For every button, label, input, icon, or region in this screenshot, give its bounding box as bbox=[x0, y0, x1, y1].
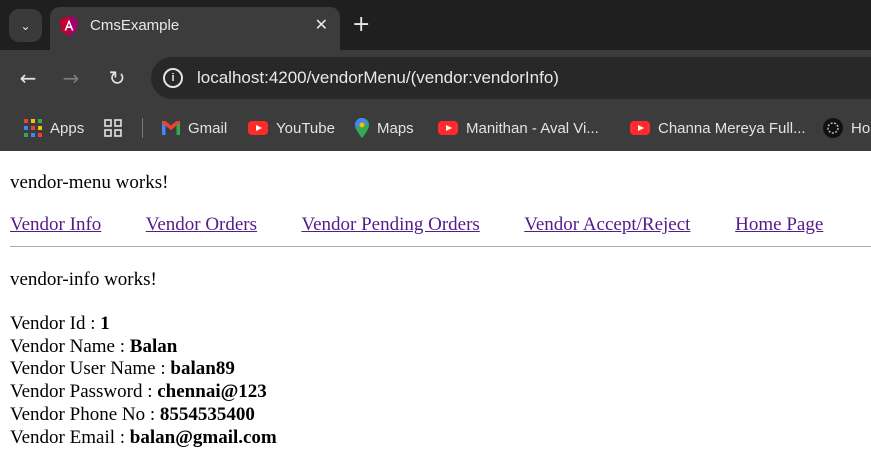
vendor-password-row: Vendor Password : chennai@123 bbox=[10, 381, 277, 404]
chevron-down-icon: ⌄ bbox=[20, 18, 31, 33]
vendor-phone-row: Vendor Phone No : 8554535400 bbox=[10, 404, 277, 427]
close-icon[interactable]: ✕ bbox=[315, 15, 328, 34]
browser-tab[interactable]: CmsExample ✕ bbox=[50, 7, 340, 50]
vendor-info-text: vendor-info works! bbox=[10, 269, 157, 290]
browser-toolbar: ← → ↻ i localhost:4200/vendorMenu/(vendo… bbox=[0, 50, 871, 106]
field-label: Vendor Password : bbox=[10, 381, 158, 403]
bookmark-site-icon bbox=[823, 118, 843, 138]
bookmark-gmail[interactable]: Gmail bbox=[162, 116, 227, 140]
vendor-name-row: Vendor Name : Balan bbox=[10, 336, 277, 359]
bookmark-overflow-item[interactable]: Ho bbox=[823, 116, 870, 140]
vendor-email-value: balan@gmail.com bbox=[129, 426, 277, 448]
maps-pin-icon bbox=[355, 118, 369, 138]
bookmark-label: Apps bbox=[50, 119, 85, 137]
page-content: vendor-menu works! Vendor Info Vendor Or… bbox=[0, 151, 871, 467]
field-label: Vendor Name : bbox=[10, 335, 130, 357]
browser-tab-bar: ⌄ CmsExample ✕ + bbox=[0, 0, 871, 50]
bookmark-label: Gmail bbox=[188, 119, 228, 137]
bookmark-manithan[interactable]: Manithan - Aval Vi... bbox=[438, 116, 599, 140]
bookmark-separator bbox=[142, 118, 143, 138]
vendor-nav: Vendor Info Vendor Orders Vendor Pending… bbox=[10, 214, 823, 236]
tab-search-button[interactable]: ⌄ bbox=[9, 9, 42, 42]
reload-icon[interactable]: ↻ bbox=[103, 64, 131, 92]
angular-icon bbox=[60, 16, 78, 36]
tab-groups-icon bbox=[104, 119, 122, 137]
youtube-icon bbox=[438, 121, 458, 135]
vendor-menu-text: vendor-menu works! bbox=[10, 172, 169, 193]
nav-link-vendor-pending-orders[interactable]: Vendor Pending Orders bbox=[301, 214, 479, 235]
tab-title: CmsExample bbox=[90, 17, 180, 34]
back-arrow-icon[interactable]: ← bbox=[14, 64, 42, 92]
bookmark-label: Manithan - Aval Vi... bbox=[466, 119, 599, 137]
field-label: Vendor Email : bbox=[10, 426, 130, 448]
vendor-phone-value: 8554535400 bbox=[159, 403, 255, 425]
vendor-username-row: Vendor User Name : balan89 bbox=[10, 358, 277, 381]
address-bar[interactable]: i localhost:4200/vendorMenu/(vendor:vend… bbox=[151, 57, 871, 99]
nav-link-home-page[interactable]: Home Page bbox=[735, 214, 823, 235]
bookmark-apps[interactable]: Apps bbox=[24, 116, 84, 140]
field-label: Vendor Id : bbox=[10, 313, 101, 334]
bookmark-label: Maps bbox=[377, 119, 414, 137]
nav-link-vendor-accept-reject[interactable]: Vendor Accept/Reject bbox=[524, 214, 690, 235]
vendor-id-row: Vendor Id : 1 bbox=[10, 313, 277, 336]
bookmark-label: Channa Mereya Full... bbox=[658, 119, 806, 137]
youtube-icon bbox=[248, 121, 268, 135]
site-info-icon[interactable]: i bbox=[163, 68, 183, 88]
vendor-email-row: Vendor Email : balan@gmail.com bbox=[10, 427, 277, 450]
bookmark-label: Ho bbox=[851, 119, 871, 137]
youtube-icon bbox=[630, 121, 650, 135]
forward-arrow-icon[interactable]: → bbox=[57, 64, 85, 92]
field-label: Vendor User Name : bbox=[10, 358, 171, 380]
new-tab-button[interactable]: + bbox=[352, 10, 370, 40]
gmail-icon bbox=[162, 121, 180, 135]
divider bbox=[10, 246, 871, 247]
vendor-username-value: balan89 bbox=[170, 358, 235, 380]
bookmarks-bar: Apps Gmail YouTube Maps Manithan - Aval … bbox=[0, 106, 871, 151]
apps-grid-icon bbox=[24, 119, 42, 137]
bookmark-youtube[interactable]: YouTube bbox=[248, 116, 335, 140]
bookmark-channa-mereya[interactable]: Channa Mereya Full... bbox=[630, 116, 806, 140]
field-label: Vendor Phone No : bbox=[10, 403, 160, 425]
url-text[interactable]: localhost:4200/vendorMenu/(vendor:vendor… bbox=[197, 68, 559, 88]
bookmark-maps[interactable]: Maps bbox=[355, 116, 414, 140]
vendor-id-value: 1 bbox=[100, 313, 110, 334]
bookmark-label: YouTube bbox=[276, 119, 335, 137]
tab-groups-button[interactable] bbox=[104, 116, 122, 140]
nav-link-vendor-info[interactable]: Vendor Info bbox=[10, 214, 101, 235]
vendor-details: Vendor Id : 1 Vendor Name : Balan Vendor… bbox=[10, 313, 277, 449]
vendor-password-value: chennai@123 bbox=[157, 381, 267, 403]
vendor-name-value: Balan bbox=[129, 335, 178, 357]
nav-link-vendor-orders[interactable]: Vendor Orders bbox=[146, 214, 257, 235]
